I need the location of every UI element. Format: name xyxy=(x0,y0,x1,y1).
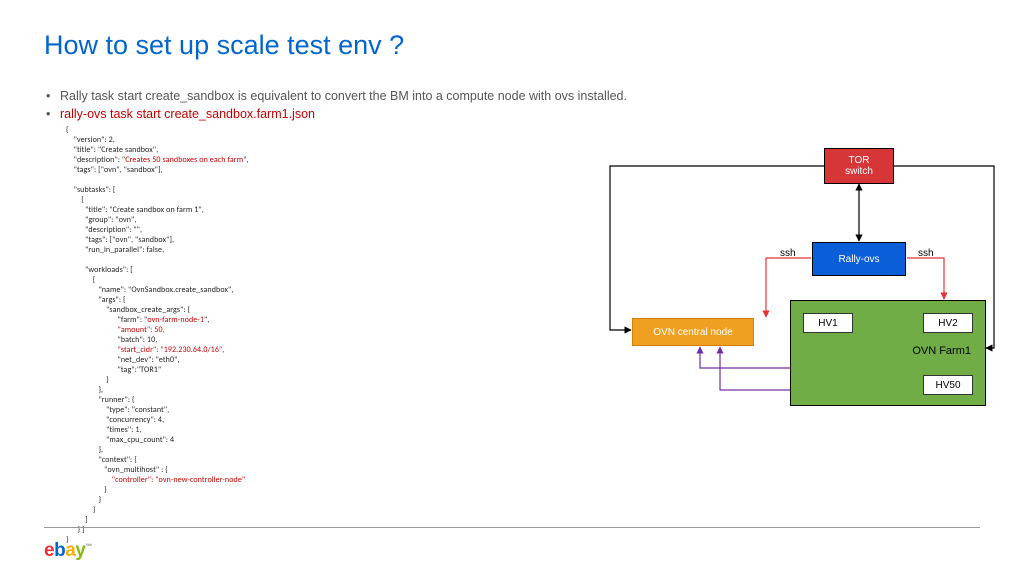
footer-divider xyxy=(44,527,980,528)
ssh-label-right: ssh xyxy=(918,248,934,259)
slide-title: How to set up scale test env ? xyxy=(44,30,980,61)
ssh-label-left: ssh xyxy=(780,248,796,259)
bullet-1: Rally task start create_sandbox is equiv… xyxy=(44,89,980,103)
ovn-central-node-box: OVN central node xyxy=(632,318,754,346)
ovn-farm-label: OVN Farm1 xyxy=(912,345,971,357)
hv1-box: HV1 xyxy=(803,313,853,333)
tor-switch-box: TOR switch xyxy=(824,148,894,184)
bullet-2: rally-ovs task start create_sandbox.farm… xyxy=(44,107,980,121)
ovn-farm-box: OVN Farm1 HV1 HV2 HV50 xyxy=(790,300,986,406)
bullet-list: Rally task start create_sandbox is equiv… xyxy=(44,89,980,121)
architecture-diagram: TOR switch Rally-ovs OVN central node OV… xyxy=(604,148,994,428)
hv2-box: HV2 xyxy=(923,313,973,333)
ebay-logo: ebay™ xyxy=(44,540,92,562)
hv50-box: HV50 xyxy=(923,375,973,395)
rally-ovs-box: Rally-ovs xyxy=(812,242,906,276)
